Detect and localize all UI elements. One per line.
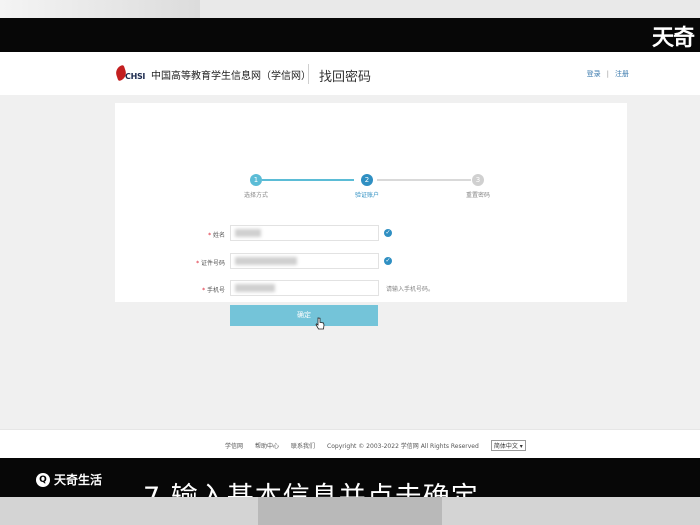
blurred-value	[235, 284, 275, 292]
background-paper	[0, 0, 200, 18]
progress-line-done	[262, 179, 354, 181]
phone-input[interactable]	[230, 280, 379, 296]
id-number-input[interactable]	[230, 253, 379, 269]
phone-label: * 手机号	[165, 285, 225, 294]
step-1-label: 选择方式	[243, 192, 269, 199]
video-watermark-bottom: Q 天奇生活	[36, 471, 102, 488]
blurred-value	[235, 229, 261, 237]
chevron-down-icon: ▾	[519, 443, 523, 450]
video-watermark-top: 天奇	[651, 26, 695, 51]
login-link[interactable]: 登录	[587, 69, 601, 79]
id-label-text: 证件号码	[200, 260, 225, 267]
browser-screen: CHSI 中国高等教育学生信息网（学信网） 找回密码 登录 | 注册 1 2 3…	[0, 52, 700, 459]
phone-label-text: 手机号	[206, 287, 225, 294]
monitor-base	[0, 497, 700, 525]
logo-text: 中国高等教育学生信息网（学信网）	[151, 70, 311, 82]
page-title: 找回密码	[319, 70, 372, 85]
logo-abbr: CHSI	[125, 72, 146, 81]
site-logo[interactable]: CHSI 中国高等教育学生信息网（学信网）	[113, 64, 311, 82]
footer-link-help[interactable]: 帮助中心	[255, 441, 279, 450]
video-bar-top	[0, 18, 700, 52]
language-select[interactable]: 简体中文 ▾	[490, 440, 526, 451]
required-mark: *	[202, 287, 206, 294]
name-label-text: 姓名	[212, 232, 225, 239]
step-1-circle: 1	[250, 174, 262, 186]
required-mark: *	[196, 260, 200, 267]
site-footer: 学信网 帮助中心 联系我们 Copyright © 2003-2022 学信网 …	[0, 429, 700, 459]
confirm-button[interactable]: 确定	[230, 305, 378, 326]
hand-cursor-icon	[315, 317, 325, 330]
progress-line-pending	[377, 179, 471, 181]
copyright-text: Copyright © 2003-2022 学信网 All Rights Res…	[327, 443, 479, 450]
step-3-label: 重置密码	[465, 192, 491, 199]
blurred-value	[235, 257, 297, 265]
footer-link-contact[interactable]: 联系我们	[291, 441, 315, 450]
step-3-circle: 3	[472, 174, 484, 186]
footer-link-chsi[interactable]: 学信网	[225, 441, 243, 450]
monitor-stand	[258, 497, 442, 525]
chsi-logo-icon: CHSI	[113, 64, 146, 82]
footer-links: 学信网 帮助中心 联系我们 Copyright © 2003-2022 学信网 …	[225, 440, 526, 451]
watermark-text: 天奇生活	[54, 473, 103, 487]
id-label: * 证件号码	[165, 258, 225, 267]
step-2-label: 验证账户	[354, 192, 380, 199]
required-mark: *	[208, 232, 212, 239]
form-card: 1 2 3 选择方式 验证账户 重置密码 * 姓名 ✓ * 证件号码 ✓ * 手…	[115, 103, 627, 330]
step-2-circle: 2	[361, 174, 373, 186]
id-verified-icon: ✓	[384, 257, 392, 265]
name-verified-icon: ✓	[384, 229, 392, 237]
register-link[interactable]: 注册	[615, 69, 629, 79]
auth-separator: |	[606, 70, 609, 78]
name-label: * 姓名	[165, 230, 225, 239]
header-divider	[308, 64, 309, 84]
auth-links: 登录 | 注册	[587, 69, 629, 79]
language-value: 简体中文	[493, 443, 518, 450]
phone-hint: 请输入手机号码。	[386, 286, 435, 293]
site-header: CHSI 中国高等教育学生信息网（学信网） 找回密码 登录 | 注册	[0, 52, 700, 95]
name-input[interactable]	[230, 225, 379, 241]
background-top	[0, 0, 700, 18]
watermark-logo-icon: Q	[36, 472, 50, 487]
